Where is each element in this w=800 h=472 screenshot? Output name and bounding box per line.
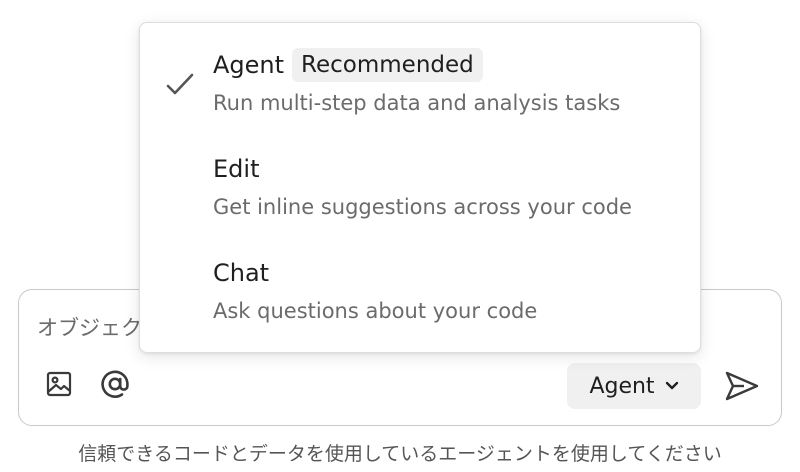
message-input[interactable]: オブジェク xyxy=(37,312,142,342)
menu-item-title: Edit xyxy=(213,155,260,183)
recommended-badge: Recommended xyxy=(292,48,483,82)
menu-item-edit[interactable]: Edit Get inline suggestions across your … xyxy=(140,145,700,245)
chevron-down-icon xyxy=(665,381,679,391)
menu-item-description: Get inline suggestions across your code xyxy=(213,195,632,219)
disclaimer-text: 信頼できるコードとデータを使用しているエージェントを使用してください xyxy=(78,443,722,465)
mode-selector-button[interactable]: Agent xyxy=(567,363,701,409)
check-icon xyxy=(164,71,196,99)
menu-item-title: Agent xyxy=(213,51,285,79)
mode-dropdown-menu: Agent Recommended Run multi-step data an… xyxy=(139,22,701,353)
menu-item-title: Chat xyxy=(213,259,270,287)
menu-item-description: Ask questions about your code xyxy=(213,299,538,323)
at-sign-icon[interactable] xyxy=(99,368,131,400)
menu-item-chat[interactable]: Chat Ask questions about your code xyxy=(140,249,700,349)
menu-item-description: Run multi-step data and analysis tasks xyxy=(213,91,621,115)
menu-item-agent[interactable]: Agent Recommended Run multi-step data an… xyxy=(140,41,700,141)
mode-selector-label: Agent xyxy=(589,373,655,399)
send-icon[interactable] xyxy=(723,368,761,404)
image-icon[interactable] xyxy=(43,368,75,400)
